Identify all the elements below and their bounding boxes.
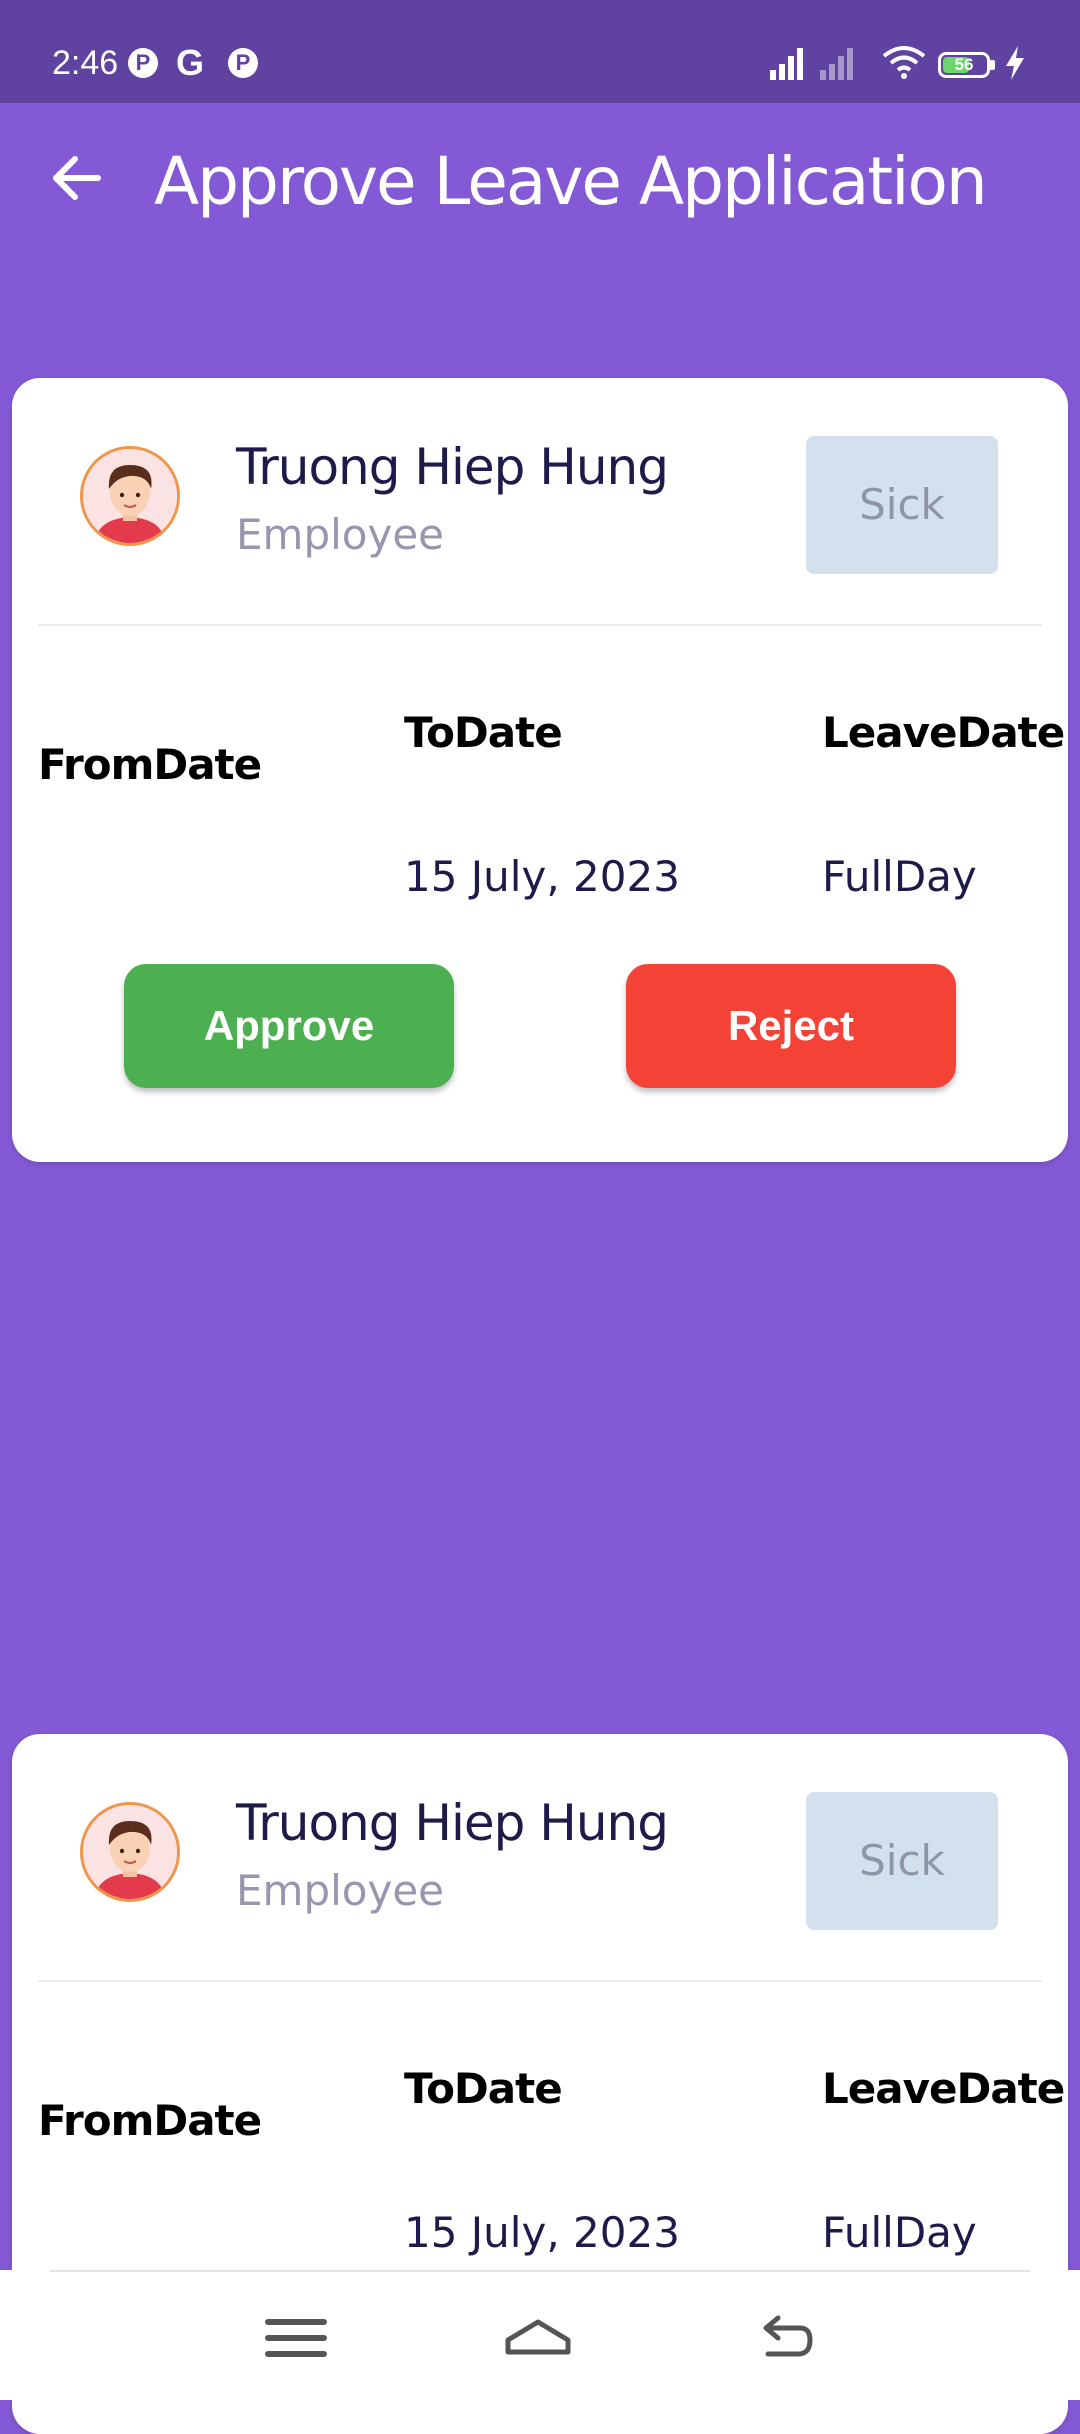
divider: [50, 2270, 1030, 2272]
avatar: [80, 446, 180, 546]
back-icon[interactable]: [744, 2298, 824, 2378]
to-date-label: ToDate: [404, 2064, 563, 2113]
employee-name: Truong Hiep Hung: [236, 1794, 669, 1852]
leave-request-card: Truong Hiep Hung Employee Sick FromDate …: [12, 378, 1068, 1162]
divider: [38, 1980, 1042, 1982]
google-icon: G: [176, 42, 205, 83]
leave-date-value: FullDay: [822, 2208, 977, 2257]
home-icon[interactable]: [498, 2298, 578, 2378]
signal-2-icon: [820, 48, 856, 80]
leave-type-badge: Sick: [806, 1792, 998, 1930]
notification-app-icon: P: [128, 48, 158, 78]
to-date-label: ToDate: [404, 708, 563, 757]
leave-type-badge: Sick: [806, 436, 998, 574]
employee-role: Employee: [236, 510, 445, 559]
to-date-value: 15 July, 2023: [404, 2208, 680, 2257]
wifi-icon: [882, 46, 926, 79]
approve-button[interactable]: Approve: [124, 964, 454, 1088]
reject-button[interactable]: Reject: [626, 964, 956, 1088]
battery-tip: [990, 60, 995, 70]
signal-icon: [770, 48, 806, 80]
leave-date-label: LeaveDate: [822, 708, 1065, 757]
charging-bolt-icon: [1006, 46, 1024, 80]
battery-icon: 56: [938, 52, 990, 78]
avatar: [80, 1802, 180, 1902]
employee-name: Truong Hiep Hung: [236, 438, 669, 496]
system-navigation-bar: [0, 2270, 1080, 2400]
status-bar: 2:46 P G P 56: [0, 0, 1080, 103]
employee-role: Employee: [236, 1866, 445, 1915]
app-bar: Approve Leave Application: [0, 103, 1080, 258]
battery-level: 56: [954, 55, 974, 74]
divider: [38, 624, 1042, 626]
leave-date-value: FullDay: [822, 852, 977, 901]
back-arrow-icon[interactable]: [42, 143, 112, 213]
page-title: Approve Leave Application: [154, 143, 988, 220]
from-date-label: FromDate: [38, 2096, 262, 2145]
notification-app-icon-2: P: [228, 48, 258, 78]
from-date-label: FromDate: [38, 740, 262, 789]
leave-date-label: LeaveDate: [822, 2064, 1065, 2113]
menu-icon[interactable]: [256, 2298, 336, 2378]
to-date-value: 15 July, 2023: [404, 852, 680, 901]
status-time: 2:46: [52, 44, 119, 82]
